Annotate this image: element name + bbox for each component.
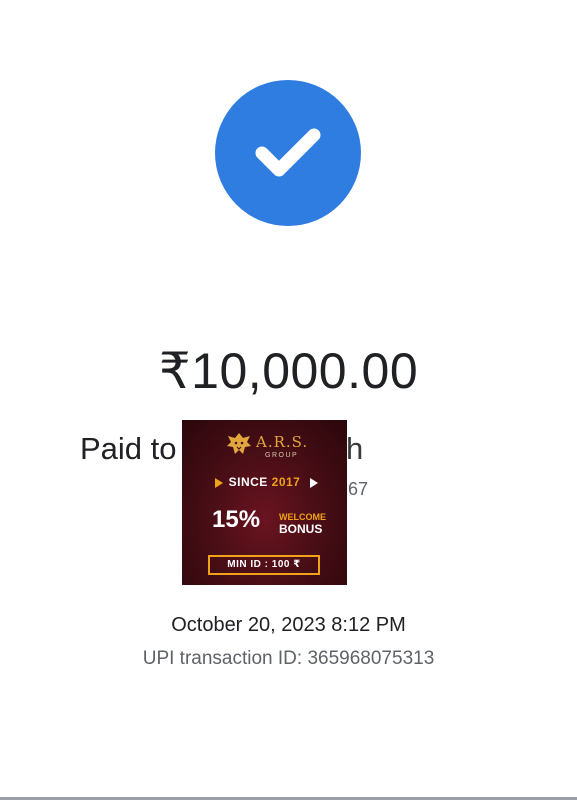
ad-welcome-label: WELCOME bbox=[279, 512, 326, 522]
ad-since-text: SINCE 2017 bbox=[182, 475, 347, 489]
ad-brand-sub: GROUP bbox=[265, 452, 299, 459]
chevron-right-icon bbox=[310, 478, 318, 488]
ad-brand-name: A.R.S. bbox=[256, 433, 309, 451]
ad-since-year: 2017 bbox=[271, 475, 301, 489]
success-check-badge bbox=[215, 80, 361, 226]
recipient-id: 67 bbox=[348, 479, 369, 499]
payment-amount: ₹10,000.00 bbox=[158, 343, 419, 399]
ad-min-id-badge: MIN ID : 100 ₹ bbox=[208, 555, 320, 575]
paid-to-label: Paid to bbox=[80, 431, 177, 466]
upi-transaction-id: UPI transaction ID: 365968075313 bbox=[142, 648, 435, 669]
payment-datetime: October 20, 2023 8:12 PM bbox=[171, 614, 406, 636]
ad-bonus-label: BONUS bbox=[279, 522, 323, 536]
check-icon bbox=[255, 128, 321, 177]
recipient-name: h bbox=[346, 431, 364, 466]
ad-banner[interactable]: A.R.S. GROUP SINCE 2017 15% WELCOME BONU… bbox=[182, 420, 347, 585]
ad-bonus-percent: 15% bbox=[212, 506, 261, 533]
ad-since-row: SINCE 2017 bbox=[182, 475, 347, 491]
lion-icon bbox=[227, 433, 251, 454]
ad-since-label: SINCE bbox=[228, 475, 272, 489]
